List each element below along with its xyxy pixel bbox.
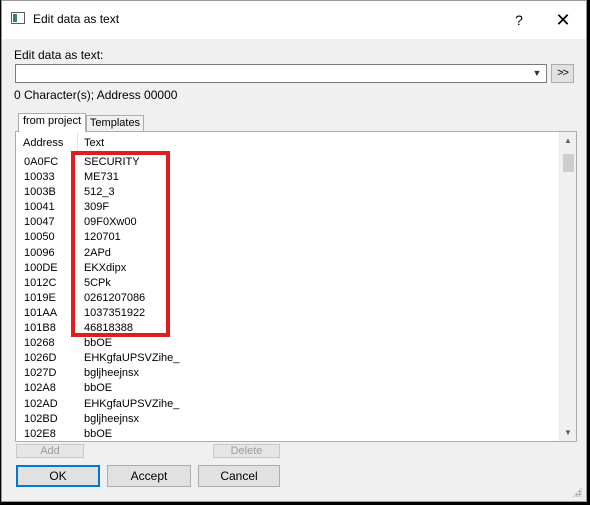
table-row[interactable]: 1019E 0261207086: [16, 291, 556, 306]
add-button[interactable]: Add: [16, 444, 84, 458]
title-bar: Edit data as text ? ✕: [2, 1, 586, 39]
edit-field-label: Edit data as text:: [14, 48, 104, 62]
cell-text: 0261207086: [84, 291, 146, 304]
table-row[interactable]: 102BD bgljheejnsx: [16, 412, 556, 427]
cell-text: bgljheejnsx: [84, 412, 140, 425]
table-row[interactable]: 0A0FC SECURITY: [16, 155, 556, 170]
vertical-scrollbar[interactable]: ▲ ▼: [559, 132, 576, 441]
cell-address: 102E8: [24, 427, 56, 440]
cell-address: 102A8: [24, 382, 56, 395]
cell-address: 0A0FC: [24, 156, 59, 168]
column-header-address[interactable]: Address: [16, 132, 78, 154]
data-list: Address Text 0A0FC SECURITY 10033 ME731 1003…: [15, 131, 577, 442]
table-rows: 0A0FC SECURITY 10033 ME731 1003B 512_3 10041 30…: [16, 155, 556, 441]
table-row[interactable]: 10041 309F: [16, 200, 556, 215]
cell-text: SECURITY: [84, 156, 140, 168]
cell-text: 309F: [84, 201, 110, 214]
cell-address: 102AD: [24, 397, 58, 410]
cell-text: 1037351922: [84, 306, 146, 319]
cell-address: 10268: [24, 337, 55, 350]
table-row[interactable]: 10096 2APd: [16, 246, 556, 261]
cell-address: 1027D: [24, 367, 57, 380]
status-text: 0 Character(s); Address 00000: [14, 88, 178, 102]
table-row[interactable]: 101AA 1037351922: [16, 306, 556, 321]
table-row[interactable]: 102AD EHKgfaUPSVZihe_: [16, 397, 556, 412]
cell-text: EKXdipx: [84, 261, 127, 274]
cell-text: 2APd: [84, 246, 111, 259]
scroll-down-icon[interactable]: ▼: [560, 424, 576, 441]
table-row[interactable]: 102E8 bbOE: [16, 427, 556, 441]
cell-address: 100DE: [24, 261, 58, 274]
window-title: Edit data as text: [33, 12, 120, 26]
cell-address: 10047: [24, 216, 55, 229]
scroll-up-icon[interactable]: ▲: [560, 132, 576, 149]
app-icon: [11, 12, 25, 24]
table-row[interactable]: 100DE EKXdipx: [16, 261, 556, 276]
cell-text: EHKgfaUPSVZihe_: [84, 352, 180, 365]
cell-address: 1019E: [24, 291, 56, 304]
table-row[interactable]: 1012C 5CPk: [16, 276, 556, 291]
go-button[interactable]: >>: [551, 64, 574, 83]
cell-address: 101AA: [24, 306, 58, 319]
resize-grip-icon[interactable]: [572, 487, 582, 497]
table-row[interactable]: 1003B 512_3: [16, 185, 556, 200]
ok-button[interactable]: OK: [16, 465, 100, 487]
edit-text-combobox[interactable]: ▼: [15, 64, 547, 83]
column-header-text[interactable]: Text: [78, 132, 556, 154]
edit-data-dialog: Edit data as text ? ✕ Edit data as text:…: [1, 0, 587, 502]
table-row[interactable]: 1027D bgljheejnsx: [16, 366, 556, 381]
tab-from-project[interactable]: from project: [18, 113, 86, 132]
cell-text: bgljheejnsx: [84, 367, 140, 380]
close-icon[interactable]: ✕: [546, 7, 580, 33]
cell-address: 10050: [24, 231, 55, 244]
cell-text: ME731: [84, 171, 119, 184]
cell-text: bbOE: [84, 337, 113, 350]
cell-address: 1026D: [24, 352, 57, 365]
table-row[interactable]: 10268 bbOE: [16, 336, 556, 351]
cell-text: bbOE: [84, 427, 113, 440]
table-row[interactable]: 102A8 bbOE: [16, 381, 556, 396]
cell-address: 1003B: [24, 186, 56, 199]
table-row[interactable]: 10047 09F0Xw00: [16, 215, 556, 230]
cell-text: EHKgfaUPSVZihe_: [84, 397, 180, 410]
table-row[interactable]: 10050 120701: [16, 230, 556, 245]
table-row[interactable]: 1026D EHKgfaUPSVZihe_: [16, 351, 556, 366]
cell-text: bbOE: [84, 382, 113, 395]
cell-address: 102BD: [24, 412, 58, 425]
scroll-thumb[interactable]: [563, 154, 574, 172]
cell-text: 46818388: [84, 322, 133, 335]
cell-address: 1012C: [24, 276, 57, 289]
cell-text: 5CPk: [84, 276, 111, 289]
cell-text: 09F0Xw00: [84, 216, 137, 229]
delete-button[interactable]: Delete: [213, 444, 280, 458]
tab-templates[interactable]: Templates: [86, 115, 144, 132]
cancel-button[interactable]: Cancel: [198, 465, 280, 487]
help-button[interactable]: ?: [502, 7, 536, 33]
accept-button[interactable]: Accept: [107, 465, 191, 487]
chevron-down-icon[interactable]: ▼: [531, 66, 543, 81]
cell-address: 101B8: [24, 322, 56, 335]
cell-address: 10096: [24, 246, 55, 259]
table-row[interactable]: 10033 ME731: [16, 170, 556, 185]
cell-text: 512_3: [84, 186, 115, 199]
cell-address: 10033: [24, 171, 55, 184]
cell-address: 10041: [24, 201, 55, 214]
table-row[interactable]: 101B8 46818388: [16, 321, 556, 336]
cell-text: 120701: [84, 231, 121, 244]
